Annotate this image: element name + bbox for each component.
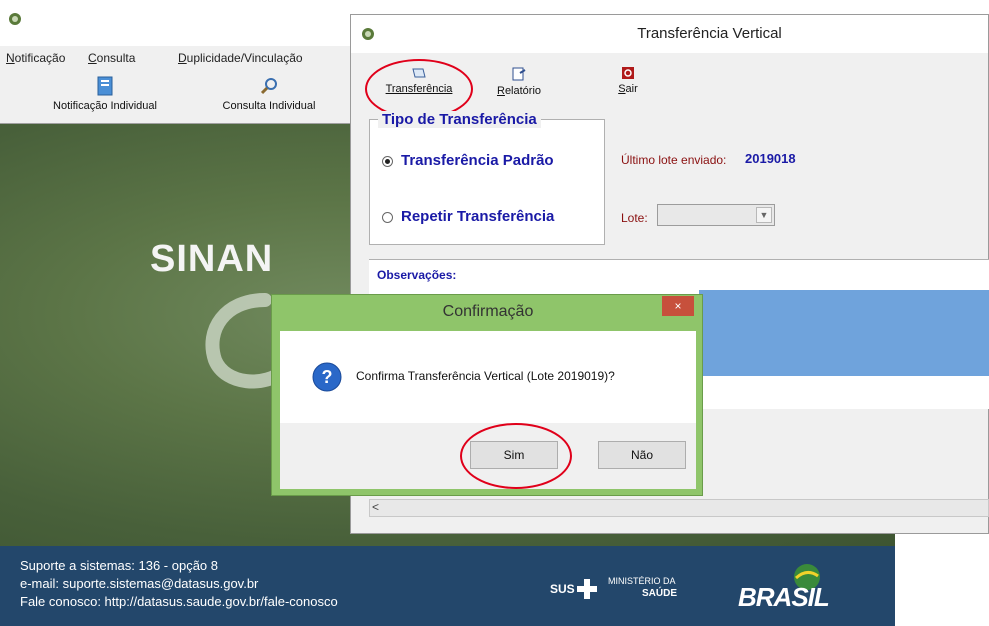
sinan-app-icon — [9, 13, 21, 25]
ultimo-lote-label: Último lote enviado: — [621, 153, 727, 167]
footer-support-line: Suporte a sistemas: 136 - opção 8 — [20, 558, 219, 573]
radio-repetir-transferencia[interactable]: Repetir Transferência — [382, 208, 554, 225]
report-icon — [512, 67, 526, 81]
observacoes-textbox[interactable] — [699, 290, 989, 376]
radio-unselected-icon — [382, 211, 393, 223]
notificacao-individual-label: Notificação Individual — [53, 100, 157, 112]
government-logos: SUS MINISTÉRIO DA SAÚDE BRASIL — [550, 560, 890, 620]
highlight-circle-sim — [460, 423, 572, 489]
sair-button[interactable]: Sair — [613, 67, 643, 95]
footer-email-line: e-mail: suporte.sistemas@datasus.gov.br — [20, 576, 259, 591]
sus-cross-icon — [577, 579, 597, 599]
dialog-title: Confirmação — [442, 303, 534, 320]
main-toolbar: Notificação Individual Consulta Individu… — [0, 72, 350, 124]
scroll-left-arrow-icon[interactable]: < — [372, 500, 379, 514]
relatorio-button[interactable]: Relatório — [491, 67, 547, 97]
consulta-individual-label: Consulta Individual — [222, 100, 316, 112]
tv-toolbar: Transferência Relatório Sair — [351, 53, 988, 119]
exit-icon — [622, 67, 634, 79]
radio-selected-icon — [382, 155, 393, 167]
sus-logo: SUS — [550, 582, 575, 596]
tipo-transferencia-legend: Tipo de Transferência — [378, 111, 541, 128]
window-title: Transferência Vertical — [637, 25, 782, 42]
menu-consulta[interactable]: Consulta — [88, 51, 135, 65]
ultimo-lote-value: 2019018 — [745, 151, 796, 166]
ministerio-label: MINISTÉRIO DA — [608, 576, 676, 586]
horizontal-scrollbar[interactable]: < — [369, 499, 989, 517]
lote-label: Lote: — [621, 211, 648, 225]
dialog-body: ? Confirma Transferência Vertical (Lote … — [280, 331, 696, 423]
radio-repetir-label: Repetir Transferência — [401, 208, 555, 225]
radio-padrao-label: Transferência Padrão — [401, 152, 554, 169]
brasil-logo-text: BRASIL — [738, 582, 830, 612]
main-menubar: Notificação Consulta Duplicidade/Vincula… — [0, 46, 350, 72]
radio-transferencia-padrao[interactable]: Transferência Padrão — [382, 152, 554, 169]
sinan-logo-text: SINAN — [150, 238, 274, 280]
tipo-transferencia-group: Tipo de Transferência Transferência Padr… — [369, 111, 605, 245]
saude-label: SAÚDE — [642, 588, 678, 599]
search-icon — [260, 78, 277, 95]
highlight-circle-transferencia — [365, 59, 473, 119]
notificacao-individual-button[interactable]: Notificação Individual — [42, 76, 168, 112]
notification-icon — [97, 76, 113, 96]
relatorio-label: Relatório — [496, 85, 542, 97]
chevron-down-icon[interactable]: ▼ — [756, 207, 772, 223]
dialog-footer: Sim Não — [280, 423, 696, 489]
svg-text:?: ? — [322, 367, 333, 387]
menu-notificacao[interactable]: Notificação — [6, 51, 65, 65]
close-button[interactable]: × — [662, 296, 694, 316]
lote-select[interactable]: ▼ — [657, 204, 775, 226]
tv-titlebar: Transferência Vertical — [351, 15, 988, 53]
question-icon: ? — [312, 362, 342, 392]
menu-duplicidade[interactable]: Duplicidade/Vinculação — [178, 51, 303, 65]
footer-contact-line: Fale conosco: http://datasus.saude.gov.b… — [20, 594, 338, 609]
nao-button[interactable]: Não — [598, 441, 686, 469]
confirmacao-dialog: Confirmação × ? Confirma Transferência V… — [271, 294, 703, 496]
sair-label: Sair — [618, 83, 638, 95]
dialog-message: Confirma Transferência Vertical (Lote 20… — [356, 369, 615, 383]
observacoes-label: Observações: — [377, 268, 457, 282]
consulta-individual-button[interactable]: Consulta Individual — [210, 76, 328, 112]
